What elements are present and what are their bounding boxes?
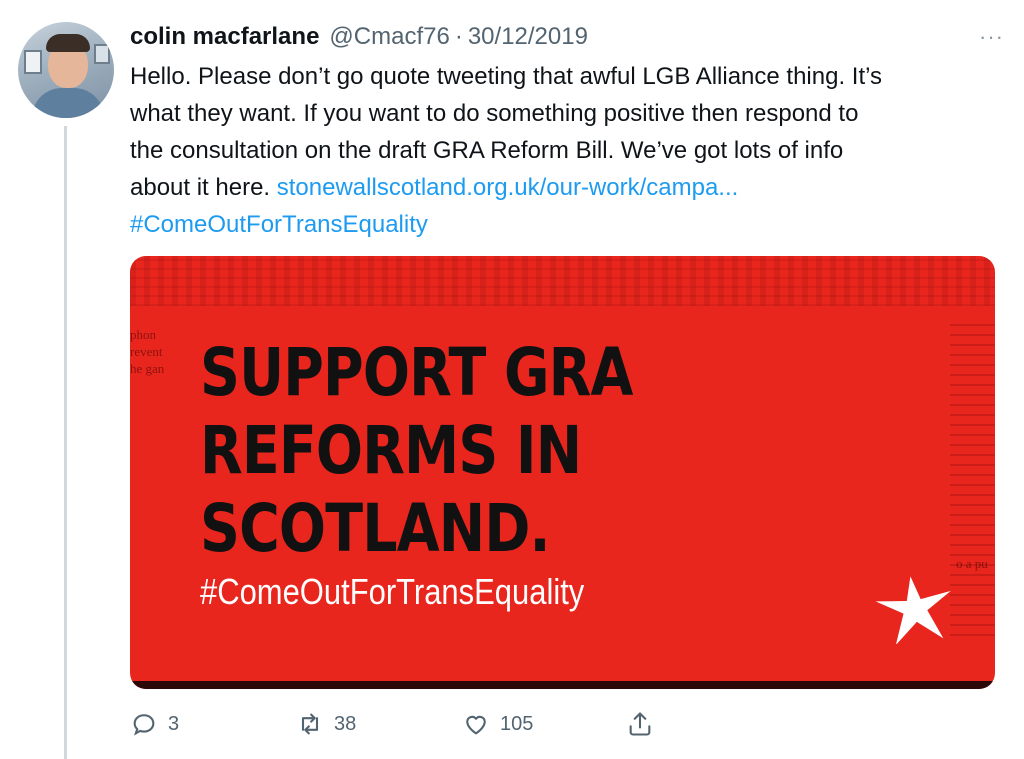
tweet-text-segment: about it here. <box>130 174 277 201</box>
newspaper-fragment: phon revent he gan <box>130 326 175 386</box>
tweet-hashtag[interactable]: #ComeOutForTransEquality <box>130 206 1000 243</box>
newspaper-fragment-text: phon <box>130 327 156 342</box>
tweet-media-image[interactable]: phon revent he gan o a pu SUPPORT GRA RE… <box>130 256 995 689</box>
media-headline: SUPPORT GRA REFORMS IN SCOTLAND. <box>200 334 633 568</box>
media-headline-line: SUPPORT GRA <box>200 334 633 411</box>
media-hashtag: #ComeOutForTransEquality <box>200 571 585 612</box>
separator-dot: · <box>454 23 463 50</box>
reply-icon <box>133 714 155 736</box>
tweet-link[interactable]: stonewallscotland.org.uk/our-work/campa.… <box>277 174 739 201</box>
retweet-count: 38 <box>334 712 357 735</box>
tweet-text: Hello. Please don’t go quote tweeting th… <box>130 58 1000 243</box>
retweet-button[interactable]: 38 <box>296 706 356 742</box>
tweet-text-line: what they want. If you want to do someth… <box>130 100 859 127</box>
avatar-background-frame <box>94 44 110 64</box>
author-name[interactable]: colin macfarlane <box>130 20 319 54</box>
tweet-header: colin macfarlane @Cmacf76 · 30/12/2019 ·… <box>130 20 1004 54</box>
newspaper-fragment-text: revent <box>130 344 163 359</box>
media-headline-line: REFORMS IN <box>200 412 582 489</box>
stonewall-star-logo <box>875 576 951 644</box>
newspaper-fragment-text: he gan <box>130 361 165 376</box>
reply-count: 3 <box>168 712 180 735</box>
share-icon <box>629 712 651 736</box>
tweet-text-line: about it here. stonewallscotland.org.uk/… <box>130 169 1000 206</box>
tweet-actions: 3 38 105 <box>130 706 670 742</box>
media-headline-line: SCOTLAND. <box>200 490 551 567</box>
retweet-icon <box>301 713 319 735</box>
avatar-hair <box>46 34 90 52</box>
newspaper-texture <box>130 256 995 306</box>
newspaper-fragment-text: o a pu <box>956 556 988 571</box>
reply-button[interactable]: 3 <box>130 706 179 742</box>
avatar-shirt <box>32 88 104 118</box>
heart-icon <box>466 715 486 735</box>
tweet-text-line: the consultation on the draft GRA Reform… <box>130 137 844 164</box>
media-bottom-edge <box>130 681 995 689</box>
more-options-icon[interactable]: ··· <box>979 20 1004 54</box>
author-handle[interactable]: @Cmacf76 <box>329 20 449 54</box>
thread-line <box>64 126 67 759</box>
like-button[interactable]: 105 <box>462 706 533 742</box>
user-avatar[interactable] <box>18 22 114 118</box>
like-count: 105 <box>500 712 534 735</box>
tweet-date[interactable]: 30/12/2019 <box>468 20 588 54</box>
share-button[interactable] <box>626 706 654 742</box>
tweet-text-line: Hello. Please don’t go quote tweeting th… <box>130 63 883 90</box>
newspaper-texture <box>950 316 995 636</box>
avatar-background-frame <box>24 50 42 74</box>
